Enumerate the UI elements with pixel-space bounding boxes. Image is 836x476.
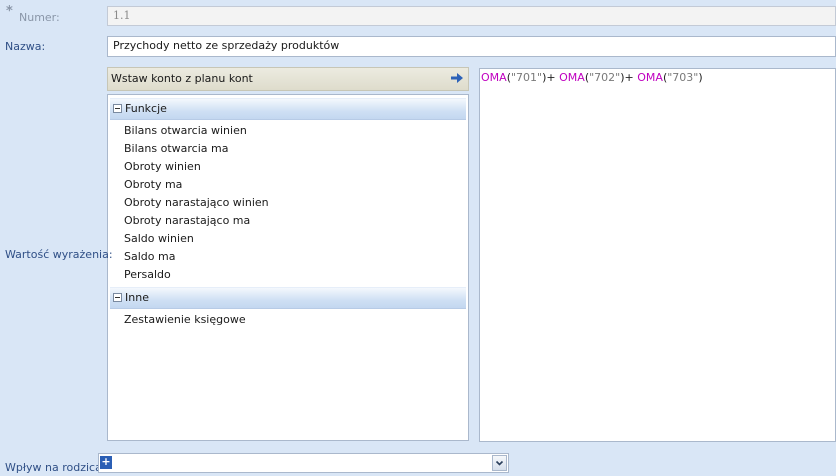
formula-editor[interactable]: OMA("701")+ OMA("702")+ OMA("703") (479, 68, 836, 442)
tree-item[interactable]: Bilans otwarcia winien (108, 122, 468, 140)
plus-icon: + (100, 455, 112, 469)
tree-group-0[interactable]: Funkcje (110, 98, 466, 120)
arrow-right-icon[interactable] (450, 71, 464, 85)
formula-token-op: )+ (620, 71, 638, 84)
numer-field[interactable]: 1.1 (107, 6, 836, 26)
tree-item[interactable]: Bilans otwarcia ma (108, 140, 468, 158)
formula-token-str: "701" (510, 71, 543, 84)
nazwa-field[interactable]: Przychody netto ze sprzedaży produktów (107, 36, 836, 57)
formula-token-fn: OMA (559, 71, 585, 84)
tree-item[interactable]: Zestawienie księgowe (108, 311, 468, 329)
tree-item[interactable]: Saldo winien (108, 230, 468, 248)
formula-token-op: )+ (542, 71, 560, 84)
numer-label: Numer: (19, 11, 60, 24)
dropdown-button[interactable] (492, 455, 507, 471)
formula-token-fn: OMA (481, 71, 507, 84)
tree-item[interactable]: Persaldo (108, 266, 468, 284)
tree-item[interactable]: Obroty winien (108, 158, 468, 176)
collapse-icon[interactable] (113, 104, 122, 113)
functions-tree: Funkcje Bilans otwarcia winien Bilans otwa… (107, 94, 469, 441)
chevron-down-icon (495, 460, 504, 466)
tree-item[interactable]: Saldo ma (108, 248, 468, 266)
tree-group-label: Inne (125, 291, 149, 304)
tree-group-1[interactable]: Inne (110, 287, 466, 309)
formula-token-str: "703" (667, 71, 699, 84)
formula-token-op: ) (698, 71, 703, 84)
tree-group-label: Funkcje (125, 102, 167, 115)
tree-item[interactable]: Obroty ma (108, 176, 468, 194)
tree-body: Funkcje Bilans otwarcia winien Bilans otwa… (108, 98, 468, 329)
formula-token-str: "702" (589, 71, 621, 84)
required-marker: * (6, 4, 13, 19)
wplyw-label: Wpływ na rodzica: (5, 461, 106, 474)
wplyw-select[interactable]: + (98, 453, 509, 473)
insert-account-label: Wstaw konto z planu kont (111, 72, 253, 85)
nazwa-label: Nazwa: (5, 40, 46, 53)
wartosc-label: Wartość wyrażenia: (5, 248, 113, 261)
collapse-icon[interactable] (113, 293, 122, 302)
tree-item[interactable]: Obroty narastająco ma (108, 212, 468, 230)
formula-token-fn: OMA (637, 71, 663, 84)
tree-item[interactable]: Obroty narastająco winien (108, 194, 468, 212)
insert-account-bar[interactable]: Wstaw konto z planu kont (107, 67, 469, 91)
